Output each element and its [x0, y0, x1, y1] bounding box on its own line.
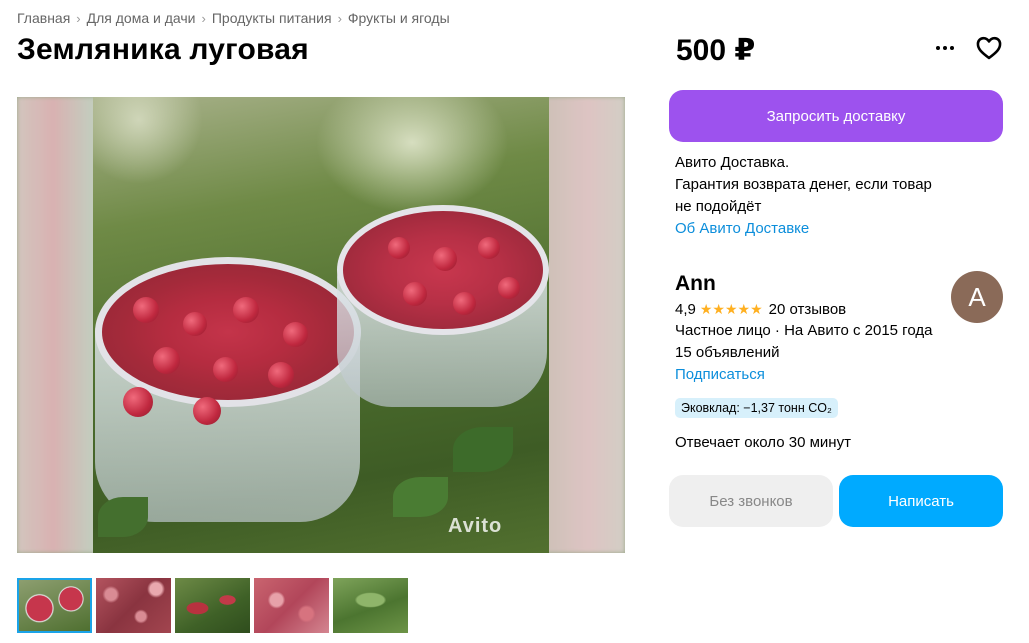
seller-rating: 4,9 ★★★★★ 20 отзывов: [675, 301, 846, 318]
breadcrumb: Главная › Для дома и дачи › Продукты пит…: [17, 10, 450, 26]
eco-contribution-badge[interactable]: Эковклад: −1,37 тонн CO₂: [675, 398, 838, 418]
berry: [453, 292, 476, 315]
leaf: [453, 427, 513, 472]
more-dots-icon[interactable]: [930, 36, 960, 60]
breadcrumb-item-food[interactable]: Продукты питания: [212, 10, 332, 26]
berry: [193, 397, 221, 425]
chevron-right-icon: ›: [201, 10, 206, 26]
listing-title: Земляника луговая: [17, 33, 309, 66]
berry: [478, 237, 500, 259]
delivery-line-2: Гарантия возврата денег, если товар: [675, 176, 932, 193]
berry: [283, 322, 308, 347]
thumbnail-1[interactable]: [17, 578, 92, 633]
star-rating-icon: ★★★★★: [699, 301, 763, 317]
berry: [403, 282, 427, 306]
berry: [233, 297, 259, 323]
reviews-link[interactable]: 20 отзывов: [769, 301, 847, 318]
berry: [133, 297, 159, 323]
chevron-right-icon: ›: [337, 10, 342, 26]
breadcrumb-item-home-garden[interactable]: Для дома и дачи: [87, 10, 196, 26]
subscribe-link[interactable]: Подписаться: [675, 366, 765, 383]
berry: [433, 247, 457, 271]
listing-price: 500 ₽: [676, 34, 756, 67]
thumbnail-4[interactable]: [254, 578, 329, 633]
seller-name[interactable]: Ann: [675, 272, 716, 296]
thumbnail-2[interactable]: [96, 578, 171, 633]
write-message-button[interactable]: Написать: [839, 475, 1003, 527]
berry: [213, 357, 238, 382]
thumbnail-5[interactable]: [333, 578, 408, 633]
seller-listings-count[interactable]: 15 объявлений: [675, 344, 780, 361]
strawberry-photo: Avito: [93, 97, 549, 553]
berry: [183, 312, 207, 336]
rating-value: 4,9: [675, 301, 696, 318]
breadcrumb-item-home[interactable]: Главная: [17, 10, 70, 26]
thumbnail-strip: [17, 578, 408, 633]
seller-type: Частное лицо · На Авито с 2015 года: [675, 322, 933, 339]
heart-icon[interactable]: [974, 34, 1004, 62]
bucket-left-berries: [95, 257, 361, 407]
berry: [268, 362, 294, 388]
berry: [153, 347, 180, 374]
response-time: Отвечает около 30 минут: [675, 434, 851, 451]
about-delivery-link[interactable]: Об Авито Доставке: [675, 218, 975, 240]
delivery-info: Авито Доставка. Гарантия возврата денег,…: [675, 152, 975, 240]
chevron-right-icon: ›: [76, 10, 81, 26]
main-photo[interactable]: Avito: [17, 97, 625, 553]
delivery-line-3: не подойдёт: [675, 198, 762, 215]
leaf: [393, 477, 448, 517]
avito-watermark: Avito: [448, 515, 503, 537]
berry: [388, 237, 410, 259]
avatar[interactable]: A: [951, 271, 1003, 323]
delivery-line-1: Авито Доставка.: [675, 154, 790, 171]
request-delivery-button[interactable]: Запросить доставку: [669, 90, 1003, 142]
thumbnail-3[interactable]: [175, 578, 250, 633]
berry: [498, 277, 520, 299]
no-calls-button[interactable]: Без звонков: [669, 475, 833, 527]
leaf: [98, 497, 148, 537]
breadcrumb-item-fruits-berries[interactable]: Фрукты и ягоды: [348, 10, 450, 26]
berry: [123, 387, 153, 417]
